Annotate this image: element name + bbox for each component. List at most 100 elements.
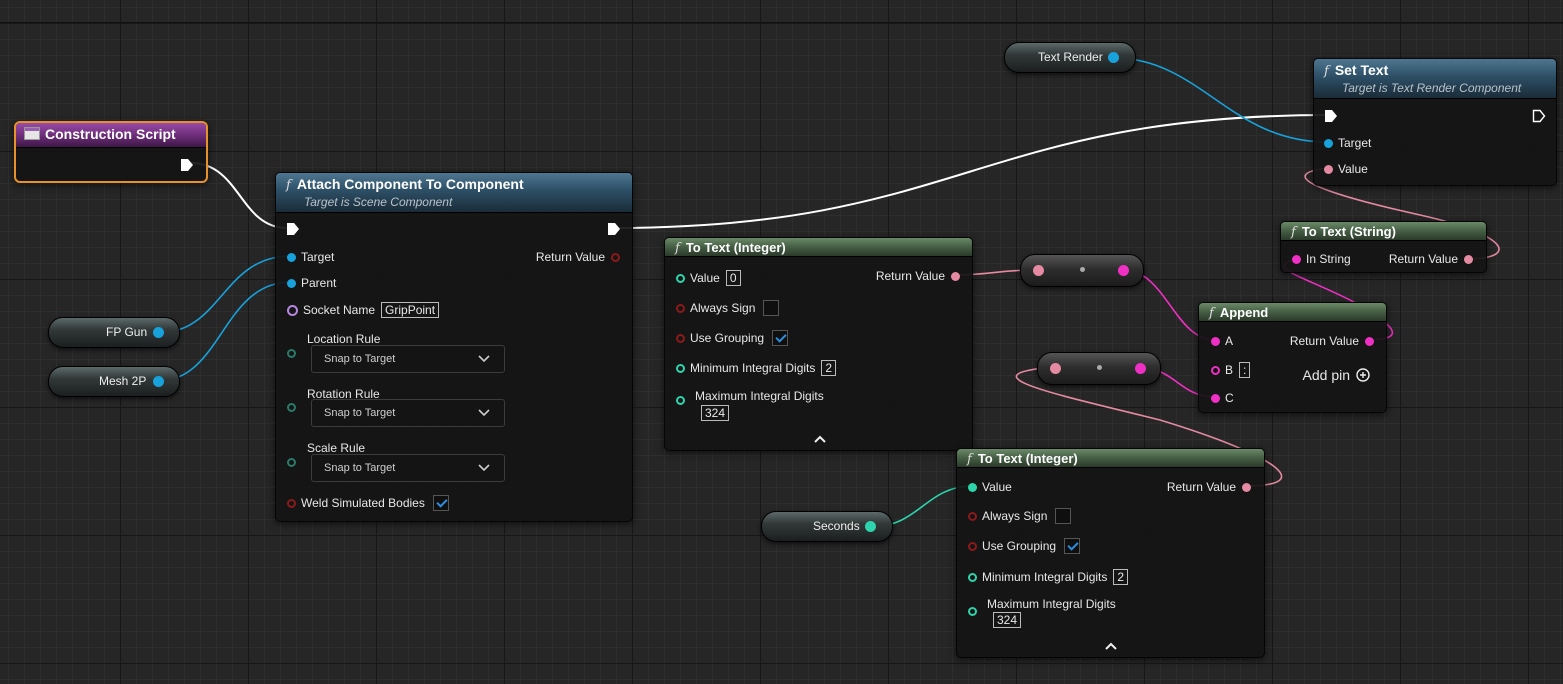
value-pin-row[interactable]: Value: [968, 480, 1012, 494]
reroute-node-2[interactable]: [1037, 352, 1161, 385]
use-grouping-checkbox[interactable]: [1064, 538, 1081, 554]
a-pin-row[interactable]: A: [1211, 334, 1233, 348]
return-value-pin-row[interactable]: Return Value: [1290, 334, 1374, 348]
weld-checkbox[interactable]: [432, 495, 449, 511]
append-node[interactable]: f Append A Return Value B : Add pin C: [1198, 302, 1387, 413]
use-grouping-row[interactable]: Use Grouping: [676, 330, 789, 346]
exec-in-pin[interactable]: [1324, 109, 1338, 123]
max-digits-row[interactable]: [676, 396, 685, 405]
in-string-pin[interactable]: [1292, 254, 1301, 264]
return-value-pin[interactable]: [1365, 336, 1374, 346]
return-value-pin[interactable]: [611, 252, 620, 262]
min-digits-row[interactable]: Minimum Integral Digits 2: [676, 360, 837, 376]
c-pin[interactable]: [1211, 393, 1220, 403]
always-sign-row[interactable]: Always Sign: [968, 508, 1072, 524]
variable-output-pin[interactable]: [865, 521, 876, 532]
to-text-string-node[interactable]: f To Text (String) In String Return Value: [1280, 221, 1487, 273]
in-string-pin-row[interactable]: In String: [1292, 252, 1351, 266]
return-value-pin-row[interactable]: Return Value: [536, 250, 620, 264]
exec-out-pin[interactable]: [607, 222, 621, 236]
min-digits-pin[interactable]: [968, 572, 977, 582]
use-grouping-pin[interactable]: [676, 333, 685, 343]
min-digits-input[interactable]: 2: [1113, 569, 1129, 585]
target-pin[interactable]: [1324, 138, 1333, 148]
target-pin[interactable]: [287, 252, 296, 262]
to-text-integer-node-2[interactable]: f To Text (Integer) Value Return Value Al…: [956, 448, 1265, 658]
max-digits-input[interactable]: 324: [993, 612, 1022, 628]
location-rule-dropdown[interactable]: Snap to Target: [311, 345, 505, 373]
fp-gun-variable[interactable]: FP Gun: [48, 317, 180, 348]
variable-output-pin[interactable]: [153, 376, 164, 387]
reroute-output-pin[interactable]: [1135, 363, 1146, 374]
value-pin[interactable]: [968, 482, 977, 492]
collapse-chevron-icon[interactable]: [1105, 642, 1117, 650]
value-pin-row[interactable]: Value 0: [676, 270, 741, 286]
reroute-input-pin[interactable]: [1033, 265, 1044, 276]
exec-in-pin[interactable]: [286, 222, 300, 236]
weld-pin-row[interactable]: Weld Simulated Bodies: [287, 495, 449, 511]
value-input[interactable]: 0: [725, 270, 741, 286]
value-pin-row[interactable]: Value: [1324, 162, 1368, 176]
add-pin-row[interactable]: Add pin: [1303, 367, 1370, 383]
return-value-pin-row[interactable]: Return Value: [1167, 480, 1251, 494]
weld-pin[interactable]: [287, 498, 296, 508]
location-rule-pin[interactable]: [287, 349, 296, 358]
set-text-node[interactable]: f Set Text Target is Text Render Componen…: [1313, 58, 1557, 186]
min-digits-row[interactable]: Minimum Integral Digits 2: [968, 569, 1129, 585]
max-digits-input[interactable]: 324: [701, 405, 730, 421]
reroute-node-1[interactable]: [1020, 254, 1144, 287]
socket-name-input[interactable]: GripPoint: [381, 302, 440, 318]
variable-output-pin[interactable]: [1108, 52, 1119, 63]
location-rule-row[interactable]: Location Rule: [287, 332, 380, 346]
reroute-input-pin[interactable]: [1050, 363, 1061, 374]
c-pin-row[interactable]: C: [1211, 391, 1234, 405]
reroute-output-pin[interactable]: [1118, 265, 1129, 276]
socket-name-pin[interactable]: [287, 304, 298, 316]
a-pin[interactable]: [1211, 336, 1220, 346]
value-pin[interactable]: [676, 273, 685, 283]
always-sign-row[interactable]: Always Sign: [676, 300, 780, 316]
max-digits-pin[interactable]: [676, 396, 685, 405]
exec-out-pin[interactable]: [180, 158, 194, 172]
max-digits-row[interactable]: [968, 607, 977, 616]
always-sign-pin[interactable]: [968, 511, 977, 521]
collapse-chevron-icon[interactable]: [814, 435, 826, 443]
b-input[interactable]: :: [1239, 362, 1251, 378]
mesh-2p-variable[interactable]: Mesh 2P: [48, 366, 180, 397]
value-pin[interactable]: [1324, 164, 1333, 174]
b-pin-row[interactable]: B :: [1211, 362, 1251, 378]
scale-rule-dropdown[interactable]: Snap to Target: [311, 454, 505, 482]
b-pin[interactable]: [1211, 365, 1220, 375]
return-value-pin[interactable]: [951, 271, 960, 281]
always-sign-pin[interactable]: [676, 303, 685, 313]
always-sign-checkbox[interactable]: [763, 300, 780, 316]
parent-pin-row[interactable]: Parent: [287, 276, 336, 290]
min-digits-pin[interactable]: [676, 363, 685, 373]
return-value-pin-row[interactable]: Return Value: [876, 269, 960, 283]
add-circle-icon[interactable]: [1356, 368, 1370, 382]
parent-pin[interactable]: [287, 278, 296, 288]
target-pin-row[interactable]: Target: [287, 250, 334, 264]
max-digits-pin[interactable]: [968, 607, 977, 616]
variable-output-pin[interactable]: [153, 327, 164, 338]
return-value-pin-row[interactable]: Return Value: [1389, 252, 1473, 266]
seconds-variable[interactable]: Seconds: [761, 511, 893, 542]
scale-rule-row[interactable]: Scale Rule: [287, 441, 365, 455]
exec-out-pin[interactable]: [1532, 109, 1546, 123]
scale-rule-pin[interactable]: [287, 458, 296, 467]
to-text-integer-node-1[interactable]: f To Text (Integer) Value 0 Return Value …: [664, 237, 973, 451]
use-grouping-pin[interactable]: [968, 541, 977, 551]
text-render-variable[interactable]: Text Render: [1004, 42, 1136, 73]
rotation-rule-pin[interactable]: [287, 403, 296, 412]
attach-component-node[interactable]: f Attach Component To Component Target is…: [275, 172, 633, 522]
target-pin-row[interactable]: Target: [1324, 136, 1371, 150]
use-grouping-checkbox[interactable]: [772, 330, 789, 346]
return-value-pin[interactable]: [1242, 482, 1251, 492]
construction-script-node[interactable]: Construction Script: [14, 121, 208, 183]
always-sign-checkbox[interactable]: [1055, 508, 1072, 524]
min-digits-input[interactable]: 2: [821, 360, 837, 376]
rotation-rule-dropdown[interactable]: Snap to Target: [311, 399, 505, 427]
socket-name-pin-row[interactable]: Socket Name GripPoint: [287, 302, 440, 318]
use-grouping-row[interactable]: Use Grouping: [968, 538, 1081, 554]
return-value-pin[interactable]: [1464, 254, 1473, 264]
